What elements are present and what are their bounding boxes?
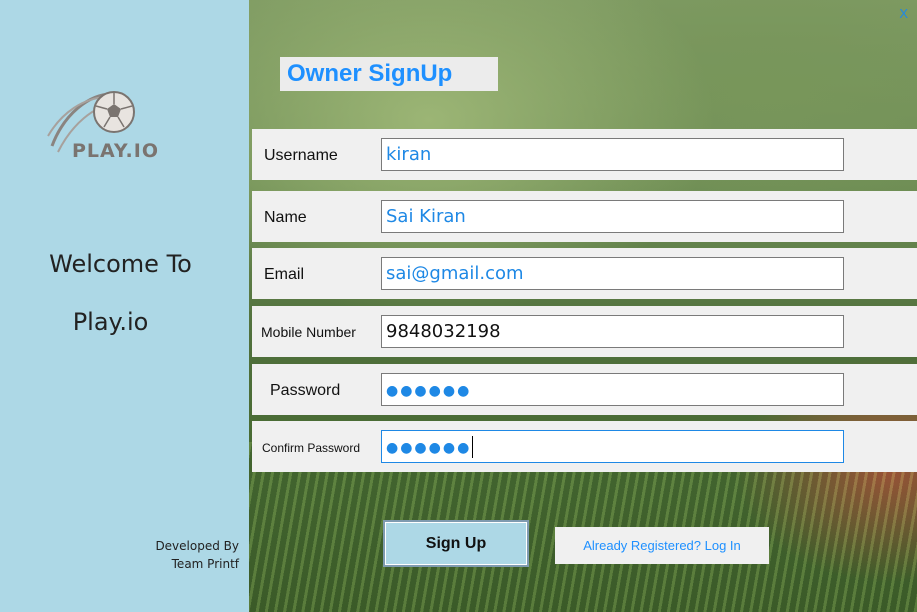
email-row: Email sai@gmail.com: [252, 248, 917, 299]
team-name-label: Team Printf: [171, 557, 239, 571]
page-title: Owner SignUp: [280, 57, 498, 91]
mobile-label: Mobile Number: [261, 324, 356, 340]
password-mask: ●●●●●●: [386, 383, 472, 399]
text-caret: [472, 436, 474, 458]
email-label: Email: [264, 266, 305, 283]
name-input[interactable]: Sai Kiran: [381, 200, 844, 233]
username-input[interactable]: kiran: [381, 138, 844, 171]
mobile-input[interactable]: 9848032198: [381, 315, 844, 348]
logo-text: PLAY.IO: [72, 140, 159, 162]
close-icon[interactable]: X: [899, 6, 908, 21]
username-row: Username kiran: [252, 129, 917, 180]
name-row: Name Sai Kiran: [252, 191, 917, 242]
left-panel: PLAY.IO Welcome To Play.io Developed By …: [0, 0, 249, 612]
username-label: Username: [264, 147, 338, 164]
password-input[interactable]: ●●●●●●: [381, 373, 844, 406]
welcome-app-name: Play.io: [72, 308, 149, 336]
welcome-heading: Welcome To: [49, 250, 192, 278]
developed-by-label: Developed By: [155, 539, 239, 553]
confirm-password-mask: ●●●●●●: [386, 440, 472, 456]
confirm-password-row: Confirm Password ●●●●●●: [252, 421, 917, 472]
name-label: Name: [264, 209, 307, 226]
signup-button[interactable]: Sign Up: [383, 520, 529, 567]
login-link[interactable]: Already Registered? Log In: [555, 527, 769, 564]
email-input[interactable]: sai@gmail.com: [381, 257, 844, 290]
signup-panel: X Owner SignUp Username kiran Name Sai K…: [249, 0, 917, 612]
confirm-password-label: Confirm Password: [262, 441, 361, 455]
mobile-row: Mobile Number 9848032198: [252, 306, 917, 357]
password-label: Password: [270, 382, 341, 399]
password-row: Password ●●●●●●: [252, 364, 917, 415]
confirm-password-input[interactable]: ●●●●●●: [381, 430, 844, 463]
